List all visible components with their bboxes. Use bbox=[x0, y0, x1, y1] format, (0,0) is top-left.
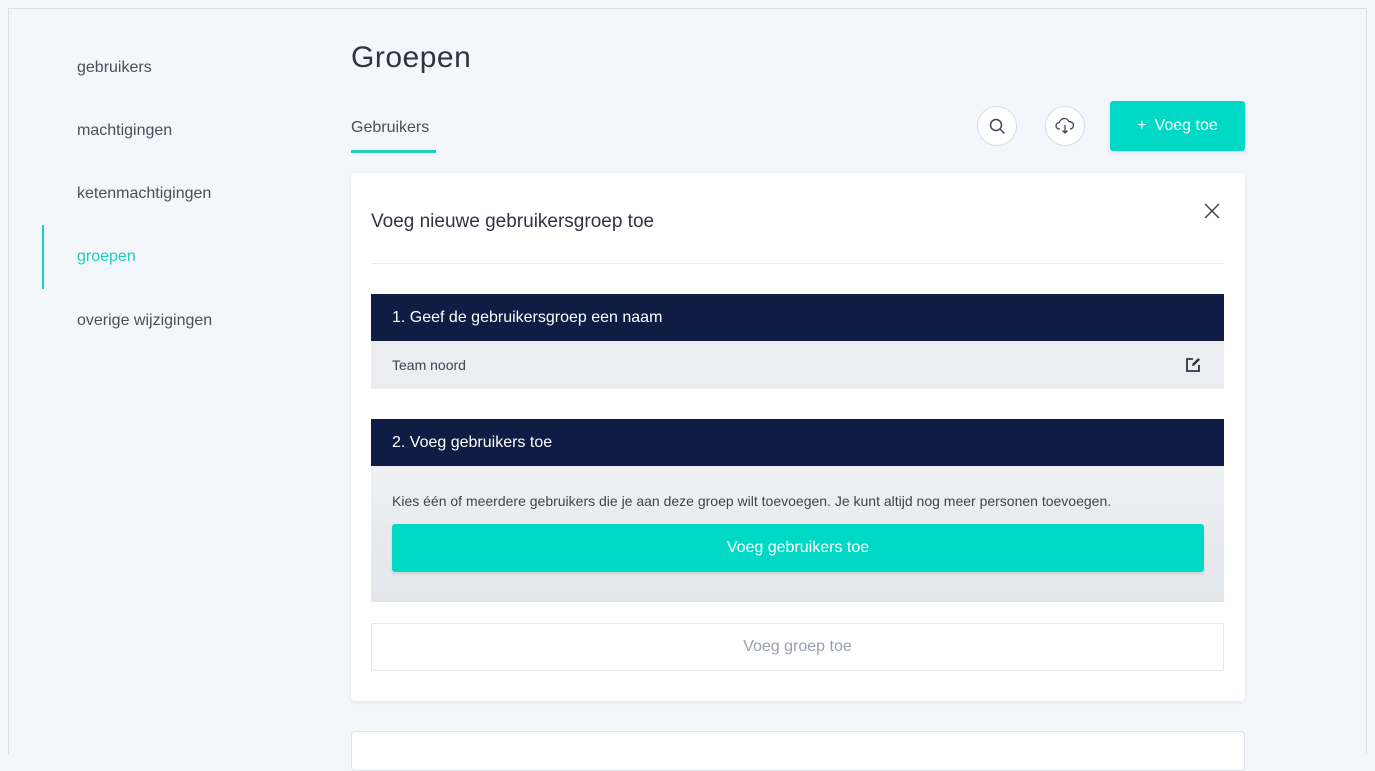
step1-heading: 1. Geef de gebruikersgroep een naam bbox=[371, 294, 1224, 341]
step1-heading-text: 1. Geef de gebruikersgroep een naam bbox=[392, 308, 663, 326]
card-divider bbox=[371, 263, 1224, 264]
add-users-button[interactable]: Voeg gebruikers toe bbox=[392, 524, 1204, 572]
sidebar-item-machtigingen[interactable]: machtigingen bbox=[77, 122, 172, 140]
cloud-download-icon bbox=[1055, 117, 1075, 134]
next-card bbox=[351, 731, 1245, 771]
sidebar-active-indicator bbox=[42, 225, 44, 289]
edit-icon[interactable] bbox=[1184, 356, 1202, 374]
tab-active-underline bbox=[351, 150, 436, 153]
search-icon bbox=[989, 118, 1005, 134]
sidebar-item-ketenmachtigingen[interactable]: ketenmachtigingen bbox=[77, 185, 211, 203]
group-name-field[interactable]: Team noord bbox=[371, 341, 1224, 389]
add-users-description: Kies één of meerdere gebruikers die je a… bbox=[392, 493, 1112, 509]
add-group-button[interactable]: Voeg groep toe bbox=[371, 623, 1224, 671]
close-icon[interactable] bbox=[1203, 202, 1221, 220]
sidebar-item-overige-wijzigingen[interactable]: overige wijzigingen bbox=[77, 312, 212, 330]
sidebar-item-groepen[interactable]: groepen bbox=[77, 248, 136, 266]
card-title: Voeg nieuwe gebruikersgroep toe bbox=[371, 211, 655, 232]
add-button-label: Voeg toe bbox=[1154, 117, 1218, 134]
tab-gebruikers[interactable]: Gebruikers bbox=[351, 119, 429, 137]
search-button[interactable] bbox=[977, 106, 1017, 146]
add-users-section: Kies één of meerdere gebruikers die je a… bbox=[371, 466, 1224, 602]
add-button[interactable]: + Voeg toe bbox=[1110, 101, 1245, 151]
step2-heading: 2. Voeg gebruikers toe bbox=[371, 419, 1224, 466]
step2-heading-text: 2. Voeg gebruikers toe bbox=[392, 433, 553, 451]
cloud-download-button[interactable] bbox=[1045, 106, 1085, 146]
group-name-value: Team noord bbox=[392, 357, 466, 373]
new-group-card: Voeg nieuwe gebruikersgroep toe 1. Geef … bbox=[351, 173, 1245, 701]
plus-icon: + bbox=[1137, 117, 1147, 134]
sidebar-item-gebruikers[interactable]: gebruikers bbox=[77, 59, 152, 77]
page-title: Groepen bbox=[351, 41, 472, 74]
